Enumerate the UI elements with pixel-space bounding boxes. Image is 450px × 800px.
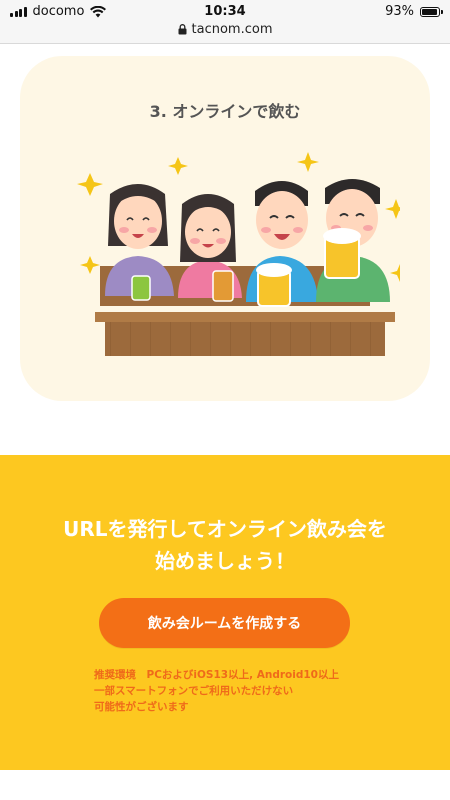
step-card: 3. オンラインで飲む <box>20 56 430 401</box>
lock-icon <box>178 24 187 35</box>
cta-heading-line2: 始めましょう！ <box>155 549 295 573</box>
create-room-button[interactable]: 飲み会ルームを作成する <box>99 598 350 648</box>
drinking-party-illustration <box>77 152 400 356</box>
create-room-section: URLを発行してオンライン飲み会を 始めましょう！ 飲み会ルームを作成する 推奨… <box>0 455 450 770</box>
url-text: tacnom.com <box>191 22 273 37</box>
note-line: 可能性がございます <box>94 701 189 713</box>
clock: 10:34 <box>204 4 246 19</box>
cta-heading: URLを発行してオンライン飲み会を 始めましょう！ <box>0 513 450 577</box>
page-footer-space <box>0 770 450 800</box>
environment-notes: 推奨環境 PCおよびiOS13以上, Android10以上 一部スマートフォン… <box>94 667 339 715</box>
address-bar[interactable]: tacnom.com <box>0 22 450 37</box>
status-bar: docomo 10:34 93% tacnom.com <box>0 0 450 44</box>
battery-percent: 93% <box>385 4 414 19</box>
note-line: 一部スマートフォンでご利用いただけない <box>94 685 294 697</box>
step-title: 3. オンラインで飲む <box>149 102 301 121</box>
battery-info: 93% <box>385 4 443 19</box>
cta-heading-line1: URLを発行してオンライン飲み会を <box>63 517 387 541</box>
battery-icon <box>420 6 443 17</box>
note-line: 推奨環境 PCおよびiOS13以上, Android10以上 <box>94 669 339 681</box>
